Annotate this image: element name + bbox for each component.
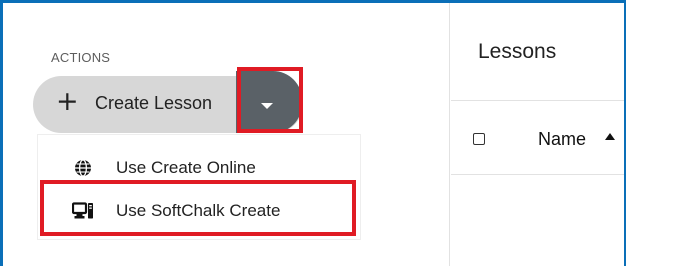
sort-ascending-icon[interactable] bbox=[605, 133, 615, 140]
highlight-box-dropdown bbox=[237, 67, 303, 133]
app-frame: ACTIONS + Create Lesson Use Create Onlin… bbox=[0, 0, 683, 266]
divider bbox=[451, 174, 624, 175]
actions-section-label: ACTIONS bbox=[51, 50, 111, 65]
highlight-box-softchalk bbox=[40, 180, 356, 236]
divider bbox=[451, 100, 624, 101]
lessons-panel: Lessons Name bbox=[451, 3, 624, 266]
globe-icon bbox=[75, 159, 91, 177]
frame-border-right bbox=[624, 0, 626, 266]
select-all-checkbox[interactable] bbox=[473, 133, 485, 145]
column-header-name[interactable]: Name bbox=[538, 129, 586, 150]
plus-icon: + bbox=[56, 86, 79, 117]
page-title: Lessons bbox=[478, 40, 557, 63]
menu-item-label: Use Create Online bbox=[116, 158, 256, 177]
